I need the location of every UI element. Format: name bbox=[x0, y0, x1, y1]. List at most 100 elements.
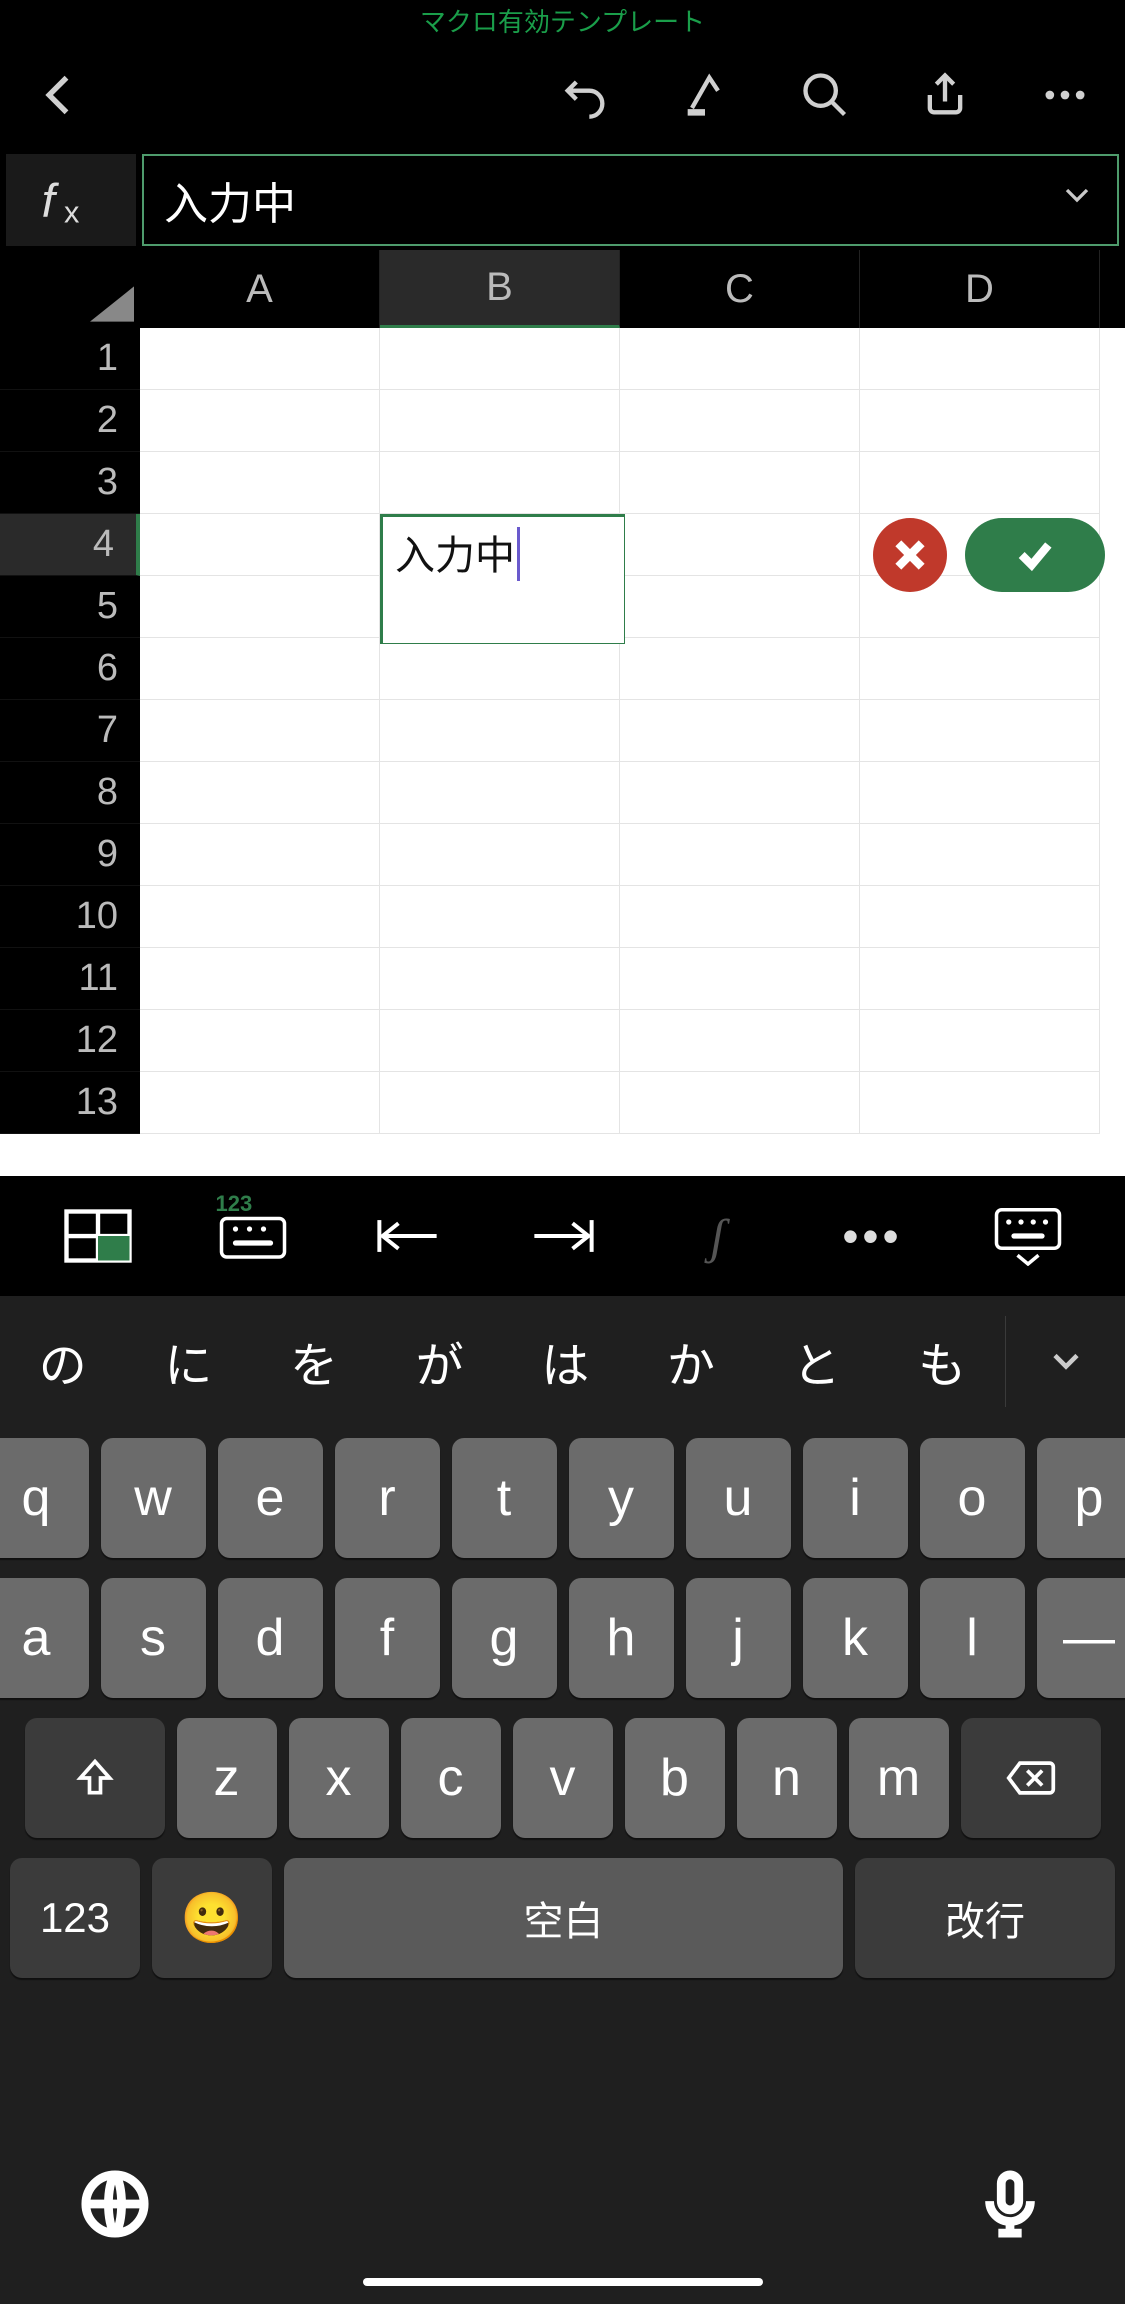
cell[interactable] bbox=[620, 638, 860, 700]
column-header-D[interactable]: D bbox=[860, 250, 1100, 328]
suggestion[interactable]: が bbox=[377, 1326, 503, 1396]
cell[interactable] bbox=[860, 886, 1100, 948]
key-z[interactable]: z bbox=[177, 1718, 277, 1838]
cell[interactable] bbox=[140, 576, 380, 638]
cell[interactable] bbox=[860, 824, 1100, 886]
key-shift[interactable] bbox=[25, 1718, 165, 1838]
key-s[interactable]: s bbox=[101, 1578, 206, 1698]
key-y[interactable]: y bbox=[569, 1438, 674, 1558]
cell[interactable] bbox=[380, 638, 620, 700]
cell[interactable] bbox=[380, 328, 620, 390]
key-x[interactable]: x bbox=[289, 1718, 389, 1838]
cell[interactable] bbox=[620, 824, 860, 886]
row-header-4[interactable]: 4 bbox=[0, 514, 140, 576]
column-header-B[interactable]: B bbox=[380, 250, 620, 328]
row-header-6[interactable]: 6 bbox=[0, 638, 140, 700]
suggestion-expand-icon[interactable] bbox=[1005, 1316, 1125, 1407]
key-w[interactable]: w bbox=[101, 1438, 206, 1558]
key-q[interactable]: q bbox=[0, 1438, 89, 1558]
row-header-1[interactable]: 1 bbox=[0, 328, 140, 390]
accept-edit-button[interactable] bbox=[965, 518, 1105, 592]
cell[interactable] bbox=[620, 1072, 860, 1134]
more-button[interactable] bbox=[1035, 65, 1095, 125]
suggestion[interactable]: と bbox=[754, 1326, 880, 1396]
key-space[interactable]: 空白 bbox=[284, 1858, 843, 1978]
row-header-10[interactable]: 10 bbox=[0, 886, 140, 948]
formula-expand-icon[interactable] bbox=[1057, 175, 1097, 226]
key-f[interactable]: f bbox=[335, 1578, 440, 1698]
key-n[interactable]: n bbox=[737, 1718, 837, 1838]
cell[interactable] bbox=[620, 1010, 860, 1072]
key-c[interactable]: c bbox=[401, 1718, 501, 1838]
key-d[interactable]: d bbox=[218, 1578, 323, 1698]
key-a[interactable]: a bbox=[0, 1578, 89, 1698]
cell[interactable] bbox=[620, 886, 860, 948]
row-header-8[interactable]: 8 bbox=[0, 762, 140, 824]
cell[interactable] bbox=[140, 390, 380, 452]
cell[interactable] bbox=[860, 390, 1100, 452]
key-h[interactable]: h bbox=[569, 1578, 674, 1698]
home-indicator[interactable] bbox=[363, 2278, 763, 2286]
key-m[interactable]: m bbox=[849, 1718, 949, 1838]
suggestion[interactable]: は bbox=[503, 1326, 629, 1396]
tab-left-button[interactable] bbox=[363, 1201, 453, 1271]
format-button[interactable] bbox=[675, 65, 735, 125]
tab-right-button[interactable] bbox=[518, 1201, 608, 1271]
cell[interactable] bbox=[140, 762, 380, 824]
row-header-3[interactable]: 3 bbox=[0, 452, 140, 514]
key-t[interactable]: t bbox=[452, 1438, 557, 1558]
cell[interactable] bbox=[620, 762, 860, 824]
suggestion[interactable]: も bbox=[879, 1326, 1005, 1396]
cell[interactable] bbox=[860, 700, 1100, 762]
select-all-triangle[interactable] bbox=[0, 250, 140, 328]
suggestion[interactable]: の bbox=[0, 1326, 126, 1396]
numeric-keyboard-toggle[interactable] bbox=[208, 1201, 298, 1271]
cancel-edit-button[interactable] bbox=[873, 518, 947, 592]
key-j[interactable]: j bbox=[686, 1578, 791, 1698]
key-backspace[interactable] bbox=[961, 1718, 1101, 1838]
column-header-A[interactable]: A bbox=[140, 250, 380, 328]
cell[interactable] bbox=[140, 1072, 380, 1134]
key-b[interactable]: b bbox=[625, 1718, 725, 1838]
formula-input[interactable]: 入力中 bbox=[142, 154, 1119, 246]
cell[interactable] bbox=[140, 948, 380, 1010]
cell[interactable] bbox=[620, 390, 860, 452]
dismiss-keyboard-button[interactable] bbox=[983, 1201, 1073, 1271]
cell[interactable] bbox=[380, 824, 620, 886]
key-l[interactable]: l bbox=[920, 1578, 1025, 1698]
column-header-C[interactable]: C bbox=[620, 250, 860, 328]
cell[interactable] bbox=[860, 328, 1100, 390]
cell[interactable] bbox=[860, 638, 1100, 700]
function-button[interactable]: ʃ bbox=[673, 1201, 763, 1271]
cell[interactable] bbox=[620, 700, 860, 762]
editing-cell[interactable]: 入力中 bbox=[380, 514, 625, 644]
key-emoji[interactable]: 😀 bbox=[152, 1858, 272, 1978]
more-input-options[interactable]: ••• bbox=[828, 1201, 918, 1271]
fx-icon[interactable]: fx bbox=[6, 154, 136, 246]
key-r[interactable]: r bbox=[335, 1438, 440, 1558]
row-header-13[interactable]: 13 bbox=[0, 1072, 140, 1134]
cell[interactable] bbox=[620, 576, 860, 638]
cell[interactable] bbox=[860, 948, 1100, 1010]
cell[interactable] bbox=[140, 328, 380, 390]
cell[interactable] bbox=[140, 514, 380, 576]
key-o[interactable]: o bbox=[920, 1438, 1025, 1558]
cell[interactable] bbox=[140, 886, 380, 948]
cell[interactable] bbox=[380, 452, 620, 514]
cell[interactable] bbox=[140, 824, 380, 886]
suggestion[interactable]: を bbox=[251, 1326, 377, 1396]
share-button[interactable] bbox=[915, 65, 975, 125]
cell-grid[interactable]: 入力中 bbox=[140, 328, 1125, 1176]
row-header-5[interactable]: 5 bbox=[0, 576, 140, 638]
cell[interactable] bbox=[860, 1010, 1100, 1072]
cell[interactable] bbox=[860, 1072, 1100, 1134]
cell[interactable] bbox=[620, 514, 860, 576]
spreadsheet[interactable]: ABCD 12345678910111213 入力中 bbox=[0, 250, 1125, 1176]
key-u[interactable]: u bbox=[686, 1438, 791, 1558]
cell[interactable] bbox=[380, 700, 620, 762]
key-mode-123[interactable]: 123 bbox=[10, 1858, 140, 1978]
row-header-9[interactable]: 9 bbox=[0, 824, 140, 886]
cell[interactable] bbox=[620, 948, 860, 1010]
globe-button[interactable] bbox=[80, 2169, 150, 2244]
cell[interactable] bbox=[380, 948, 620, 1010]
